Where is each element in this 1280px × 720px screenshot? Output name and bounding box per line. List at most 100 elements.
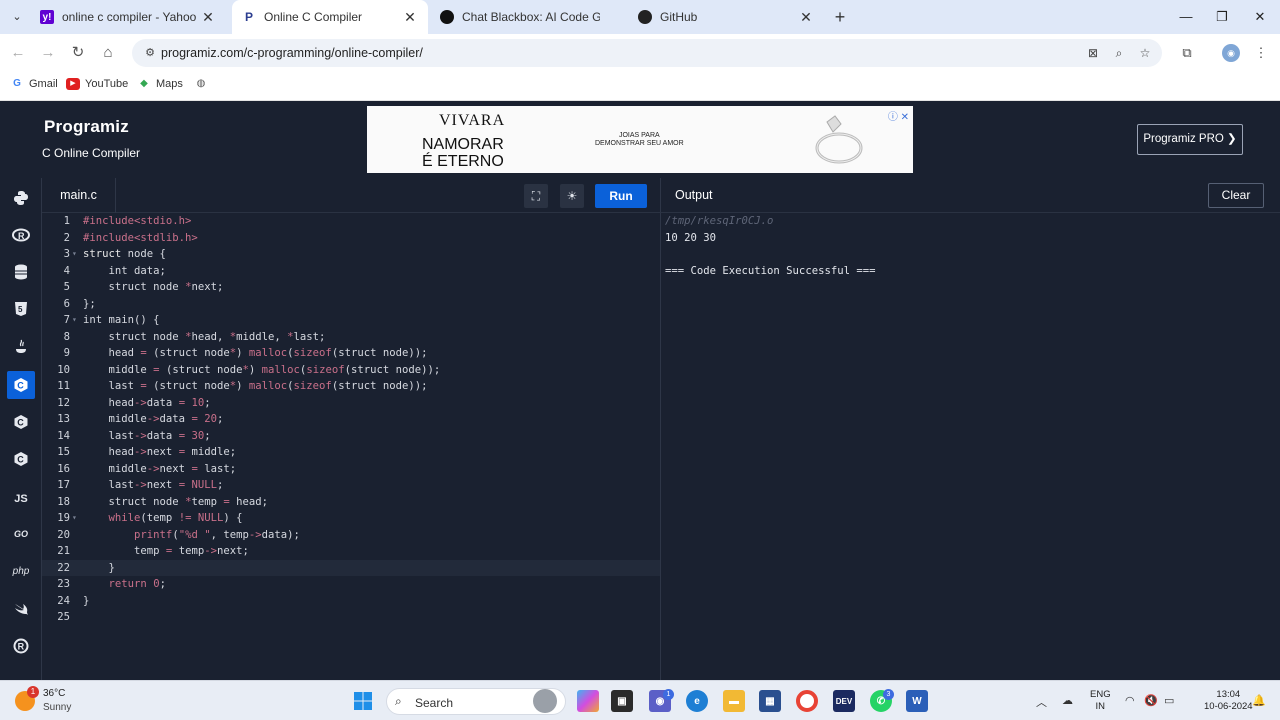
ad-slogan-line2: É ETERNO xyxy=(422,153,504,170)
maps-icon: ◆ xyxy=(140,78,148,89)
bookmark-label: YouTube xyxy=(85,78,129,90)
code-line: 16 middle->next = last; xyxy=(57,462,237,475)
tab-github[interactable]: GitHub ✕ xyxy=(628,0,824,34)
bookmark-label: Gmail xyxy=(29,78,58,90)
onedrive-cloud-icon[interactable]: ☁ xyxy=(1062,694,1073,707)
devcpp-icon[interactable]: DEV xyxy=(833,690,855,712)
c-lang-icon[interactable]: C xyxy=(7,371,35,399)
window-close-icon[interactable]: ✕ xyxy=(1248,6,1272,28)
language-indicator[interactable]: ENG IN xyxy=(1090,689,1111,713)
code-line: 8 struct node *head, *middle, *last; xyxy=(63,330,326,343)
bookmark-gmail[interactable]: G Gmail xyxy=(10,78,58,90)
word-icon[interactable]: W xyxy=(906,690,928,712)
java-icon[interactable] xyxy=(7,333,35,361)
file-tab-main-c[interactable]: main.c xyxy=(42,178,116,213)
system-clock[interactable]: 13:04 10-06-2024 xyxy=(1204,689,1253,713)
output-console[interactable]: /tmp/rkesqIr0CJ.o 10 20 30 === Code Exec… xyxy=(660,213,1280,680)
code-line: 4 int data; xyxy=(63,264,166,277)
output-line: 10 20 30 xyxy=(665,231,717,244)
site-info-icon[interactable]: ⚙ xyxy=(142,45,158,61)
bookmark-maps[interactable]: ◆ Maps xyxy=(137,78,183,90)
code-line: 12 head->data = 10; xyxy=(57,396,211,409)
programiz-pro-button[interactable]: Programiz PRO ❯ xyxy=(1137,124,1243,155)
google-icon: G xyxy=(13,78,21,89)
code-line: 11 last = (struct node*) malloc(sizeof(s… xyxy=(57,380,428,392)
blackbox-icon xyxy=(440,10,454,24)
region-code: IN xyxy=(1095,701,1106,712)
task-view-icon[interactable]: ▣ xyxy=(611,690,633,712)
chrome-icon[interactable] xyxy=(796,690,818,712)
ad-close-icon[interactable]: ⓘ ✕ xyxy=(888,108,909,123)
php-icon[interactable]: php xyxy=(7,557,35,585)
clear-button[interactable]: Clear xyxy=(1208,183,1264,208)
wifi-icon[interactable]: ◠ xyxy=(1125,694,1135,707)
swift-icon[interactable] xyxy=(7,595,35,623)
forward-icon[interactable]: → xyxy=(38,43,58,63)
code-line: 19 ▾ while(temp != NULL) { xyxy=(57,512,243,524)
github-icon xyxy=(638,10,652,24)
tab-yahoo[interactable]: y! online c compiler - Yahoo India ✕ xyxy=(30,0,226,34)
microsoft-store-icon[interactable]: ▦ xyxy=(759,690,781,712)
copilot-icon[interactable] xyxy=(577,690,599,712)
search-placeholder: Search xyxy=(415,696,454,710)
csharp-icon[interactable]: C xyxy=(7,445,35,473)
extensions-icon[interactable]: ⧉ xyxy=(1178,44,1196,62)
file-explorer-icon[interactable]: ▬ xyxy=(723,690,745,712)
run-button[interactable]: Run xyxy=(595,184,647,208)
youtube-icon: ▶ xyxy=(66,78,80,90)
tab-close-icon[interactable]: ✕ xyxy=(798,9,814,26)
javascript-icon[interactable]: JS xyxy=(7,485,35,513)
ad-tagline-line1: JOIAS PARA xyxy=(618,132,660,139)
page-subtitle: C Online Compiler xyxy=(42,146,141,160)
edge-icon[interactable]: e xyxy=(686,690,708,712)
bookmark-star-icon[interactable]: ☆ xyxy=(1136,45,1154,61)
tab-blackbox[interactable]: Chat Blackbox: AI Code Generat xyxy=(430,0,626,34)
output-toolbar: Output Clear xyxy=(660,178,1280,213)
globe-icon: ◍ xyxy=(196,78,206,89)
back-icon[interactable]: ← xyxy=(8,43,28,63)
fullscreen-icon[interactable]: ⛶ xyxy=(524,184,548,208)
profile-avatar-icon[interactable]: ◉ xyxy=(1222,44,1240,62)
rust-icon[interactable]: R xyxy=(7,632,35,660)
minimize-icon[interactable]: — xyxy=(1174,6,1198,28)
windows-start-icon[interactable] xyxy=(352,690,374,712)
volume-muted-icon[interactable]: 🔇 xyxy=(1144,694,1158,707)
tab-close-icon[interactable]: ✕ xyxy=(402,9,418,26)
python-icon[interactable] xyxy=(7,184,35,212)
url-text: programiz.com/c-programming/online-compi… xyxy=(161,46,423,60)
go-icon[interactable]: GO xyxy=(7,520,35,548)
notification-bell-icon[interactable]: 🔔 xyxy=(1252,694,1266,707)
code-line: 24} xyxy=(57,594,90,607)
no-camera-icon[interactable]: ⊠ xyxy=(1084,45,1102,61)
tab-search-dropdown-icon[interactable]: ⌄ xyxy=(8,8,26,26)
html5-icon[interactable]: 5 xyxy=(7,295,35,323)
more-menu-icon[interactable]: ⋮ xyxy=(1252,44,1270,62)
zoom-icon[interactable]: ⌕ xyxy=(1110,45,1128,61)
code-line: 17 last->next = NULL; xyxy=(57,479,224,491)
theme-toggle-sun-icon[interactable]: ☀ xyxy=(560,184,584,208)
restore-icon[interactable]: ❐ xyxy=(1210,6,1234,28)
sql-database-icon[interactable] xyxy=(7,258,35,286)
tab-online-c-compiler[interactable]: P Online C Compiler ✕ xyxy=(232,0,428,34)
reload-icon[interactable]: ↻ xyxy=(68,43,88,63)
svg-text:C: C xyxy=(17,381,24,391)
home-icon[interactable]: ⌂ xyxy=(98,43,118,63)
show-hidden-icons-chevron[interactable]: ︿ xyxy=(1036,694,1047,710)
code-line: 3 ▾ struct node { xyxy=(63,248,166,260)
tab-close-icon[interactable]: ✕ xyxy=(200,9,216,26)
output-title: Output xyxy=(675,188,713,202)
cpp-icon[interactable]: C xyxy=(7,408,35,436)
weather-temperature[interactable]: 36°C xyxy=(43,688,65,699)
bookmark-globe[interactable]: ◍ xyxy=(194,78,213,90)
code-line: 7 ▾ int main() { xyxy=(63,314,160,326)
advertisement-banner[interactable]: VIVARA NAMORAR É ETERNO JOIAS PARA DEMON… xyxy=(367,106,913,173)
battery-icon[interactable]: ▭ xyxy=(1164,694,1174,707)
weather-condition[interactable]: Sunny xyxy=(43,702,71,713)
new-tab-icon[interactable]: + xyxy=(830,7,850,27)
search-highlight-icon[interactable] xyxy=(533,689,557,713)
r-lang-icon[interactable]: R xyxy=(7,221,35,249)
address-bar[interactable]: ⚙ programiz.com/c-programming/online-com… xyxy=(132,39,1162,67)
bookmark-youtube[interactable]: ▶ YouTube xyxy=(66,78,128,90)
code-editor[interactable]: 1 #include<stdio.h> 2 #include<stdlib.h> 3… xyxy=(42,213,660,680)
programiz-logo[interactable]: Programiz xyxy=(44,117,129,137)
